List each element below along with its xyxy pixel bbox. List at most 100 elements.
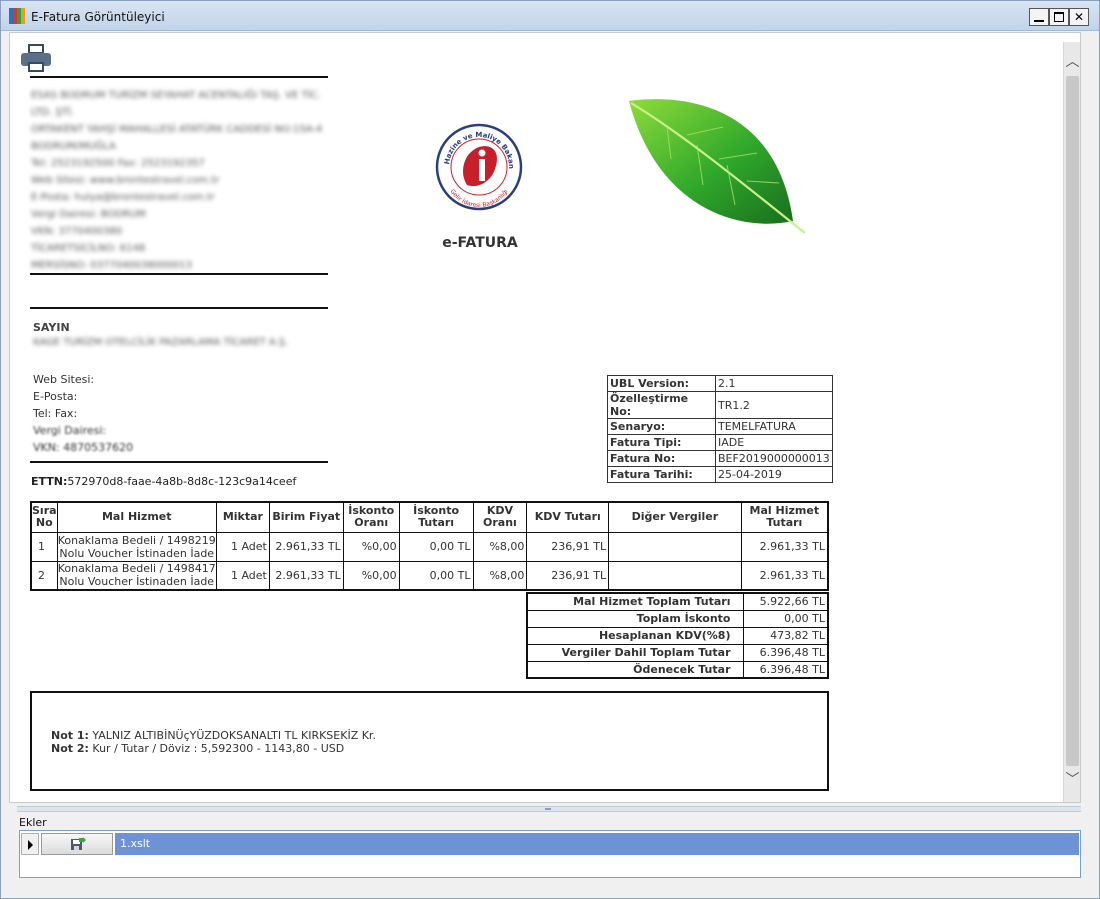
recipient-heading: SAYIN: [33, 321, 70, 334]
total-label: Hesaplanan KDV(%8): [526, 626, 744, 645]
row-amount: 2.961,33 TL: [740, 560, 829, 591]
recipient-tel: Tel: Fax:: [33, 407, 78, 420]
row-no: 1: [30, 531, 58, 562]
scroll-up-icon[interactable]: ︿: [1064, 52, 1081, 72]
meta-key: UBL Version:: [607, 375, 716, 392]
splitter[interactable]: [17, 806, 1081, 812]
meta-value: TEMELFATURA: [715, 418, 833, 435]
note-text: YALNIZ ALTIBİNÜçYÜZDOKSANALTI TL KIRKSEK…: [92, 729, 376, 742]
row-description: Konaklama Bedeli / 1498417 Nolu Voucher …: [56, 560, 217, 591]
row-description: Konaklama Bedeli / 1498219 Nolu Voucher …: [56, 531, 217, 562]
total-label: Vergiler Dahil Toplam Tutar: [526, 643, 744, 662]
recipient-tax-office: Vergi Dairesi:: [33, 424, 107, 437]
total-row: Vergiler Dahil Toplam Tutar 6.396,48 TL: [526, 643, 829, 662]
row-quantity: 1 Adet: [215, 531, 270, 562]
meta-row: Senaryo: TEMELFATURA: [607, 418, 833, 435]
meta-row: Fatura Tarihi: 25-04-2019: [607, 466, 833, 483]
gib-logo: T.C. Hazine ve Maliye Bakanlığı Gelir İd…: [435, 123, 523, 211]
recipient-vkn: VKN: 4870537620: [33, 441, 134, 454]
save-attachment-button[interactable]: [41, 833, 113, 855]
total-value: 0,00 TL: [742, 609, 829, 628]
row-pointer-icon: [21, 833, 39, 855]
divider: [30, 76, 328, 78]
maximize-button[interactable]: [1049, 8, 1069, 26]
attachment-row[interactable]: 1.xslt: [21, 833, 1079, 855]
sender-line: BODRUM/MUĞLA: [31, 141, 116, 152]
sender-line: ORTAKENT YAHŞİ MAHALLESİ ATATÜRK CADDESİ…: [31, 124, 323, 135]
total-row: Toplam İskonto 0,00 TL: [526, 609, 829, 628]
vertical-scrollbar[interactable]: ︿ ﹀: [1063, 42, 1080, 802]
note-label: Not 2:: [51, 742, 89, 755]
note-label: Not 1:: [51, 729, 89, 742]
recipient-name: KAGE TURİZM OTELCİLİK PAZARLAMA TİCARET …: [33, 337, 289, 348]
sender-line: VKN: 3770400380: [31, 226, 123, 237]
row-vat-amount: 236,91 TL: [526, 531, 610, 562]
meta-value: IADE: [715, 434, 833, 451]
column-header: İskonto Tutarı: [398, 501, 474, 533]
total-value: 5.922,66 TL: [742, 592, 829, 611]
close-icon: ✕: [1073, 10, 1085, 24]
total-row: Hesaplanan KDV(%8) 473,82 TL: [526, 626, 829, 645]
table-row: 2 Konaklama Bedeli / 1498417 Nolu Vouche…: [30, 560, 829, 591]
divider: [30, 461, 328, 463]
sender-line: Vergi Dairesi: BODRUM: [31, 209, 146, 220]
meta-value: 25-04-2019: [715, 466, 833, 483]
save-icon: [71, 837, 86, 850]
meta-key: Fatura Tarihi:: [607, 466, 716, 483]
total-row: Ödenecek Tutar 6.396,48 TL: [526, 660, 829, 679]
printer-icon[interactable]: [21, 44, 51, 74]
column-header: Mal Hizmet: [56, 501, 217, 533]
row-vat-rate: %8,00: [472, 560, 528, 591]
close-button[interactable]: ✕: [1069, 8, 1089, 26]
minimize-icon: [1034, 20, 1044, 22]
meta-value: 2.1: [715, 375, 833, 392]
sender-line: MERSİSNO: 0377040038000013: [31, 260, 193, 271]
meta-value: TR1.2: [715, 391, 833, 419]
total-row: Mal Hizmet Toplam Tutarı 5.922,66 TL: [526, 592, 829, 611]
column-header: Diğer Vergiler: [608, 501, 742, 533]
total-label: Toplam İskonto: [526, 609, 744, 628]
attachments-label: Ekler: [19, 816, 47, 829]
totals-table: Mal Hizmet Toplam Tutarı 5.922,66 TL Topl…: [526, 592, 829, 679]
title-bar: E-Fatura Görüntüleyici ✕: [1, 1, 1099, 31]
sender-line: LTD. ŞTİ.: [31, 107, 74, 118]
total-value: 473,82 TL: [742, 626, 829, 645]
meta-key: Senaryo:: [607, 418, 716, 435]
scroll-thumb[interactable]: [1066, 76, 1079, 766]
row-no: 2: [30, 560, 58, 591]
column-header: Birim Fiyat: [268, 501, 344, 533]
leaf-icon: [629, 99, 806, 234]
row-other-taxes: [608, 531, 742, 562]
sender-line: Web Sitesi: www.brontestravel.com.tr: [31, 175, 220, 186]
total-label: Mal Hizmet Toplam Tutarı: [526, 592, 744, 611]
row-unit-price: 2.961,33 TL: [268, 560, 344, 591]
ettn: ETTN:572970d8-faae-4a8b-8d8c-123c9a14cee…: [31, 475, 296, 488]
recipient-web: Web Sitesi:: [33, 373, 95, 386]
row-other-taxes: [608, 560, 742, 591]
column-header: KDV Tutarı: [526, 501, 610, 533]
total-label: Ödenecek Tutar: [526, 660, 744, 679]
maximize-icon: [1054, 12, 1064, 22]
meta-key: Fatura Tipi:: [607, 434, 716, 451]
row-discount-rate: %0,00: [342, 531, 400, 562]
recipient-email: E-Posta:: [33, 390, 78, 403]
attachments-grid: 1.xslt: [19, 830, 1081, 878]
minimize-button[interactable]: [1029, 8, 1049, 26]
row-amount: 2.961,33 TL: [740, 531, 829, 562]
row-vat-rate: %8,00: [472, 531, 528, 562]
meta-value: BEF2019000000013: [715, 450, 833, 467]
attachment-filename[interactable]: 1.xslt: [115, 833, 1079, 855]
app-icon: [9, 8, 25, 24]
sender-line: Tel: 2523192500 Fax: 2523192357: [31, 158, 205, 169]
column-header: Miktar: [215, 501, 270, 533]
total-value: 6.396,48 TL: [742, 643, 829, 662]
divider: [30, 307, 328, 309]
sender-info: ESAS BODRUM TURİZM SEYAHAT ACENTALIĞI TA…: [31, 87, 331, 274]
total-value: 6.396,48 TL: [742, 660, 829, 679]
divider: [30, 273, 328, 275]
column-header: KDV Oranı: [472, 501, 528, 533]
scroll-down-icon[interactable]: ﹀: [1064, 770, 1081, 790]
ettn-label: ETTN:: [31, 475, 68, 488]
column-header: Mal Hizmet Tutarı: [740, 501, 829, 533]
row-quantity: 1 Adet: [215, 560, 270, 591]
